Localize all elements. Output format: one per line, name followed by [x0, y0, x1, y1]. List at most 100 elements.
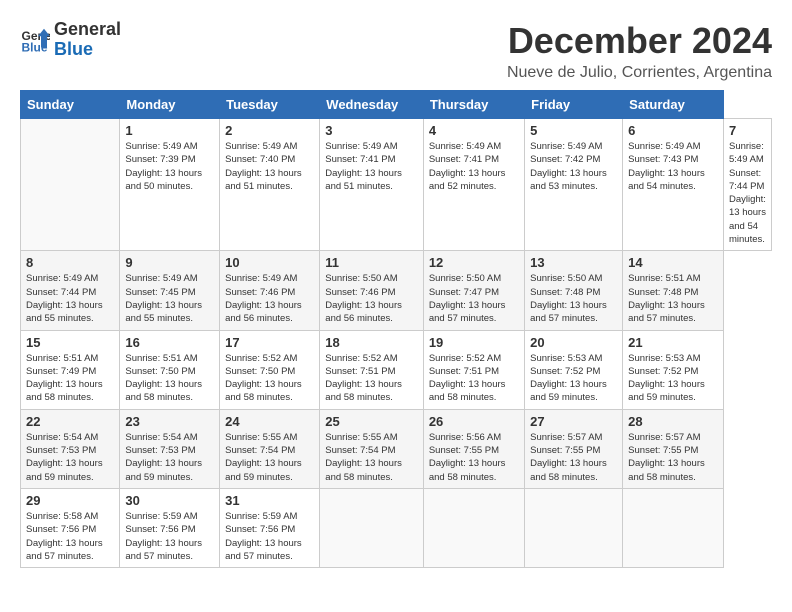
day-number: 24 [225, 414, 314, 429]
sunrise: Sunrise: 5:50 AM [325, 273, 397, 284]
daylight: Daylight: 13 hours and 55 minutes. [125, 300, 202, 324]
day-info: Sunrise: 5:49 AM Sunset: 7:40 PM Dayligh… [225, 140, 314, 193]
calendar-cell: 25 Sunrise: 5:55 AM Sunset: 7:54 PM Dayl… [320, 409, 424, 488]
calendar-week-5: 29 Sunrise: 5:58 AM Sunset: 7:56 PM Dayl… [21, 488, 772, 567]
daylight: Daylight: 13 hours and 57 minutes. [429, 300, 506, 324]
daylight: Daylight: 13 hours and 58 minutes. [429, 379, 506, 403]
sunset: Sunset: 7:41 PM [429, 154, 499, 165]
sunrise: Sunrise: 5:49 AM [225, 273, 297, 284]
calendar-cell: 27 Sunrise: 5:57 AM Sunset: 7:55 PM Dayl… [525, 409, 623, 488]
day-info: Sunrise: 5:50 AM Sunset: 7:48 PM Dayligh… [530, 272, 617, 325]
calendar-cell: 5 Sunrise: 5:49 AM Sunset: 7:42 PM Dayli… [525, 119, 623, 251]
logo-icon: General Blue [20, 25, 50, 55]
daylight: Daylight: 13 hours and 59 minutes. [628, 379, 705, 403]
day-info: Sunrise: 5:55 AM Sunset: 7:54 PM Dayligh… [325, 431, 418, 484]
sunset: Sunset: 7:51 PM [429, 366, 499, 377]
calendar-subtitle: Nueve de Julio, Corrientes, Argentina [507, 64, 772, 82]
day-number: 9 [125, 255, 214, 270]
daylight: Daylight: 13 hours and 56 minutes. [325, 300, 402, 324]
day-number: 20 [530, 335, 617, 350]
daylight: Daylight: 13 hours and 52 minutes. [429, 168, 506, 192]
day-info: Sunrise: 5:49 AM Sunset: 7:41 PM Dayligh… [325, 140, 418, 193]
day-info: Sunrise: 5:57 AM Sunset: 7:55 PM Dayligh… [530, 431, 617, 484]
sunset: Sunset: 7:40 PM [225, 154, 295, 165]
calendar-cell: 20 Sunrise: 5:53 AM Sunset: 7:52 PM Dayl… [525, 330, 623, 409]
daylight: Daylight: 13 hours and 59 minutes. [26, 458, 103, 482]
calendar-cell: 19 Sunrise: 5:52 AM Sunset: 7:51 PM Dayl… [423, 330, 524, 409]
day-info: Sunrise: 5:52 AM Sunset: 7:51 PM Dayligh… [325, 352, 418, 405]
daylight: Daylight: 13 hours and 53 minutes. [530, 168, 607, 192]
day-number: 28 [628, 414, 718, 429]
sunrise: Sunrise: 5:57 AM [628, 432, 700, 443]
day-number: 29 [26, 493, 114, 508]
sunrise: Sunrise: 5:52 AM [429, 353, 501, 364]
daylight: Daylight: 13 hours and 58 minutes. [325, 379, 402, 403]
sunset: Sunset: 7:55 PM [530, 445, 600, 456]
sunrise: Sunrise: 5:49 AM [729, 141, 764, 165]
sunrise: Sunrise: 5:49 AM [125, 273, 197, 284]
calendar-cell: 18 Sunrise: 5:52 AM Sunset: 7:51 PM Dayl… [320, 330, 424, 409]
calendar-cell: 7 Sunrise: 5:49 AM Sunset: 7:44 PM Dayli… [723, 119, 771, 251]
day-number: 17 [225, 335, 314, 350]
calendar-cell: 11 Sunrise: 5:50 AM Sunset: 7:46 PM Dayl… [320, 251, 424, 330]
day-info: Sunrise: 5:59 AM Sunset: 7:56 PM Dayligh… [125, 510, 214, 563]
day-number: 15 [26, 335, 114, 350]
day-number: 4 [429, 123, 519, 138]
daylight: Daylight: 13 hours and 59 minutes. [125, 458, 202, 482]
calendar-cell: 28 Sunrise: 5:57 AM Sunset: 7:55 PM Dayl… [623, 409, 724, 488]
calendar-week-3: 15 Sunrise: 5:51 AM Sunset: 7:49 PM Dayl… [21, 330, 772, 409]
day-info: Sunrise: 5:54 AM Sunset: 7:53 PM Dayligh… [26, 431, 114, 484]
calendar-cell: 13 Sunrise: 5:50 AM Sunset: 7:48 PM Dayl… [525, 251, 623, 330]
sunset: Sunset: 7:42 PM [530, 154, 600, 165]
calendar-cell: 4 Sunrise: 5:49 AM Sunset: 7:41 PM Dayli… [423, 119, 524, 251]
calendar-cell: 17 Sunrise: 5:52 AM Sunset: 7:50 PM Dayl… [220, 330, 320, 409]
day-info: Sunrise: 5:57 AM Sunset: 7:55 PM Dayligh… [628, 431, 718, 484]
daylight: Daylight: 13 hours and 57 minutes. [26, 538, 103, 562]
day-info: Sunrise: 5:51 AM Sunset: 7:48 PM Dayligh… [628, 272, 718, 325]
day-number: 18 [325, 335, 418, 350]
day-number: 16 [125, 335, 214, 350]
daylight: Daylight: 13 hours and 58 minutes. [26, 379, 103, 403]
sunrise: Sunrise: 5:54 AM [125, 432, 197, 443]
daylight: Daylight: 13 hours and 51 minutes. [225, 168, 302, 192]
weekday-header-monday: Monday [120, 91, 220, 119]
sunset: Sunset: 7:39 PM [125, 154, 195, 165]
sunrise: Sunrise: 5:55 AM [225, 432, 297, 443]
calendar-cell [320, 488, 424, 567]
sunrise: Sunrise: 5:54 AM [26, 432, 98, 443]
day-info: Sunrise: 5:49 AM Sunset: 7:44 PM Dayligh… [26, 272, 114, 325]
sunrise: Sunrise: 5:50 AM [530, 273, 602, 284]
calendar-cell: 14 Sunrise: 5:51 AM Sunset: 7:48 PM Dayl… [623, 251, 724, 330]
sunrise: Sunrise: 5:59 AM [125, 511, 197, 522]
sunset: Sunset: 7:53 PM [26, 445, 96, 456]
daylight: Daylight: 13 hours and 59 minutes. [530, 379, 607, 403]
day-number: 21 [628, 335, 718, 350]
calendar-cell [21, 119, 120, 251]
sunrise: Sunrise: 5:51 AM [628, 273, 700, 284]
sunset: Sunset: 7:49 PM [26, 366, 96, 377]
calendar-cell: 22 Sunrise: 5:54 AM Sunset: 7:53 PM Dayl… [21, 409, 120, 488]
day-number: 23 [125, 414, 214, 429]
day-info: Sunrise: 5:51 AM Sunset: 7:49 PM Dayligh… [26, 352, 114, 405]
day-number: 30 [125, 493, 214, 508]
daylight: Daylight: 13 hours and 58 minutes. [429, 458, 506, 482]
sunrise: Sunrise: 5:59 AM [225, 511, 297, 522]
daylight: Daylight: 13 hours and 51 minutes. [325, 168, 402, 192]
day-info: Sunrise: 5:56 AM Sunset: 7:55 PM Dayligh… [429, 431, 519, 484]
daylight: Daylight: 13 hours and 57 minutes. [530, 300, 607, 324]
sunset: Sunset: 7:48 PM [628, 287, 698, 298]
calendar-week-1: 1 Sunrise: 5:49 AM Sunset: 7:39 PM Dayli… [21, 119, 772, 251]
calendar-cell: 10 Sunrise: 5:49 AM Sunset: 7:46 PM Dayl… [220, 251, 320, 330]
day-info: Sunrise: 5:52 AM Sunset: 7:50 PM Dayligh… [225, 352, 314, 405]
sunset: Sunset: 7:51 PM [325, 366, 395, 377]
sunrise: Sunrise: 5:53 AM [628, 353, 700, 364]
day-number: 1 [125, 123, 214, 138]
day-info: Sunrise: 5:49 AM Sunset: 7:42 PM Dayligh… [530, 140, 617, 193]
day-number: 8 [26, 255, 114, 270]
calendar-cell: 24 Sunrise: 5:55 AM Sunset: 7:54 PM Dayl… [220, 409, 320, 488]
sunset: Sunset: 7:48 PM [530, 287, 600, 298]
daylight: Daylight: 13 hours and 55 minutes. [26, 300, 103, 324]
daylight: Daylight: 13 hours and 57 minutes. [628, 300, 705, 324]
sunrise: Sunrise: 5:55 AM [325, 432, 397, 443]
sunset: Sunset: 7:44 PM [26, 287, 96, 298]
